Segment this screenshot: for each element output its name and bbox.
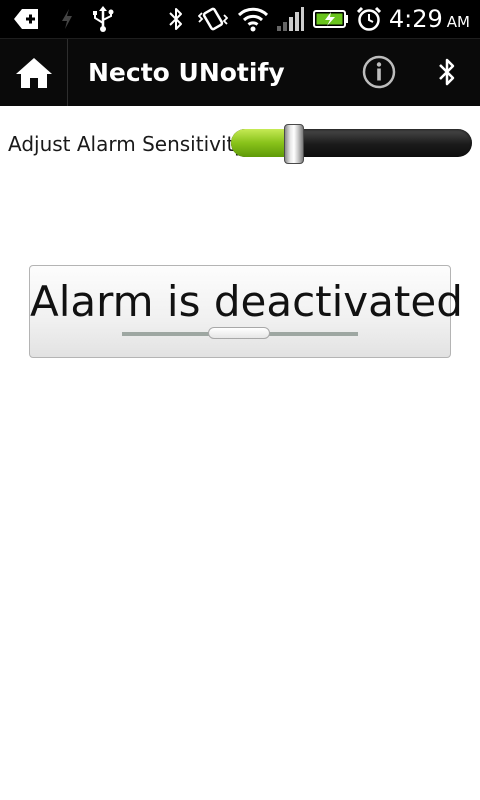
sensitivity-row: Adjust Alarm Sensitivity xyxy=(0,120,480,168)
clock-time: 4:29 AM xyxy=(389,5,470,33)
home-icon xyxy=(15,57,52,88)
info-icon xyxy=(362,55,396,89)
info-button[interactable] xyxy=(356,49,402,95)
add-notification-icon xyxy=(10,5,42,33)
alarm-clock-icon xyxy=(355,5,383,33)
signal-off-icon xyxy=(56,5,78,33)
bluetooth-icon xyxy=(439,58,455,86)
bluetooth-icon xyxy=(163,5,189,33)
action-bar: Necto UNotify xyxy=(0,38,480,106)
alarm-status-label: Alarm is deactivated xyxy=(30,277,463,326)
alarm-toggle-button[interactable]: Alarm is deactivated xyxy=(29,265,463,358)
cell-signal-icon xyxy=(274,5,306,33)
toggle-indicator-knob xyxy=(208,327,270,339)
toggle-indicator xyxy=(122,327,358,339)
sensitivity-label: Adjust Alarm Sensitivity xyxy=(8,132,247,156)
vibrate-icon xyxy=(198,5,228,33)
home-button[interactable] xyxy=(0,39,68,106)
bluetooth-button[interactable] xyxy=(424,49,470,95)
battery-charging-icon xyxy=(312,5,350,33)
wifi-icon xyxy=(236,5,270,33)
usb-icon xyxy=(88,5,118,33)
clock-hours-minutes: 4:29 xyxy=(388,5,443,33)
slider-thumb[interactable] xyxy=(283,124,304,164)
clock-ampm: AM xyxy=(446,13,470,31)
sensitivity-slider[interactable] xyxy=(231,124,472,164)
status-bar: 4:29 AM xyxy=(0,0,480,38)
app-title: Necto UNotify xyxy=(88,58,285,87)
